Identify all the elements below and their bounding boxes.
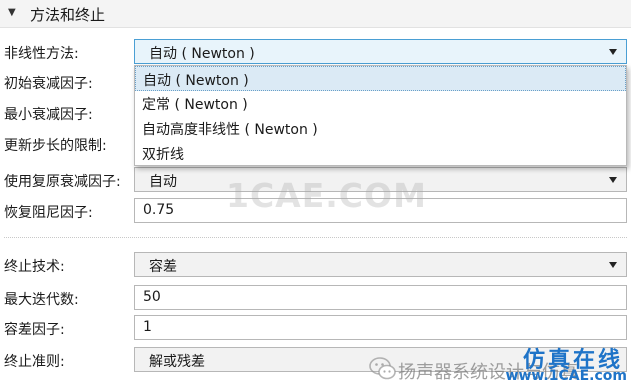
chevron-down-icon[interactable] — [609, 177, 617, 183]
watermark: 1CAE.COM — [226, 176, 427, 215]
dropdown-option[interactable]: 双折线 — [135, 141, 626, 166]
initial-damping-label: 初始衰减因子: — [4, 76, 93, 92]
wechat-icon — [369, 357, 396, 380]
dropdown-option[interactable]: 自动高度非线性 ( Newton ) — [135, 116, 626, 141]
nonlinear-method-value: 自动 ( Newton ) — [149, 46, 255, 62]
nonlinear-method-select[interactable]: 自动 ( Newton ) — [134, 39, 627, 64]
step-limit-label: 更新步长的限制: — [4, 138, 107, 154]
chevron-down-icon[interactable] — [609, 49, 617, 55]
recovery-damping-value: 0.75 — [143, 202, 175, 218]
nonlinear-method-label: 非线性方法: — [4, 46, 79, 62]
termination-criterion-value: 解或残差 — [149, 354, 205, 370]
section-title: 方法和终止 — [30, 6, 106, 24]
dropdown-option-label: 定常 ( Newton ) — [142, 97, 248, 113]
min-damping-label: 最小衰减因子: — [4, 107, 93, 123]
logo-site: www.1CAE.com — [505, 368, 627, 384]
termination-technique-label: 终止技术: — [4, 259, 65, 275]
nonlinear-method-dropdown[interactable]: 自动 ( Newton ) 定常 ( Newton ) 自动高度非线性 ( Ne… — [134, 65, 627, 166]
tolerance-factor-field[interactable]: 1 — [134, 315, 627, 340]
use-recovery-label: 使用复原衰减因子: — [4, 174, 121, 190]
max-iterations-value: 50 — [143, 289, 161, 305]
dropdown-option-label: 自动 ( Newton ) — [143, 73, 249, 89]
dropdown-option-label: 双折线 — [142, 147, 184, 163]
use-recovery-value: 自动 — [149, 174, 177, 190]
termination-technique-value: 容差 — [149, 259, 177, 275]
section-header-methods[interactable]: ▼ 方法和终止 — [0, 0, 631, 28]
recovery-damping-label: 恢复阻尼因子: — [4, 205, 93, 221]
divider — [4, 237, 627, 238]
tolerance-factor-label: 容差因子: — [4, 322, 65, 338]
chevron-down-icon[interactable] — [609, 262, 617, 268]
max-iterations-field[interactable]: 50 — [134, 285, 627, 310]
caret-down-icon[interactable]: ▼ — [8, 7, 16, 18]
termination-technique-select[interactable]: 容差 — [134, 252, 627, 277]
termination-criterion-label: 终止准则: — [4, 354, 65, 370]
max-iterations-label: 最大迭代数: — [4, 292, 79, 308]
dropdown-option-label: 自动高度非线性 ( Newton ) — [142, 122, 318, 138]
dropdown-option[interactable]: 定常 ( Newton ) — [135, 91, 626, 116]
dropdown-option[interactable]: 自动 ( Newton ) — [135, 66, 626, 91]
tolerance-factor-value: 1 — [143, 319, 152, 335]
site-logo: 仿真在线 www.1CAE.com — [506, 338, 631, 386]
